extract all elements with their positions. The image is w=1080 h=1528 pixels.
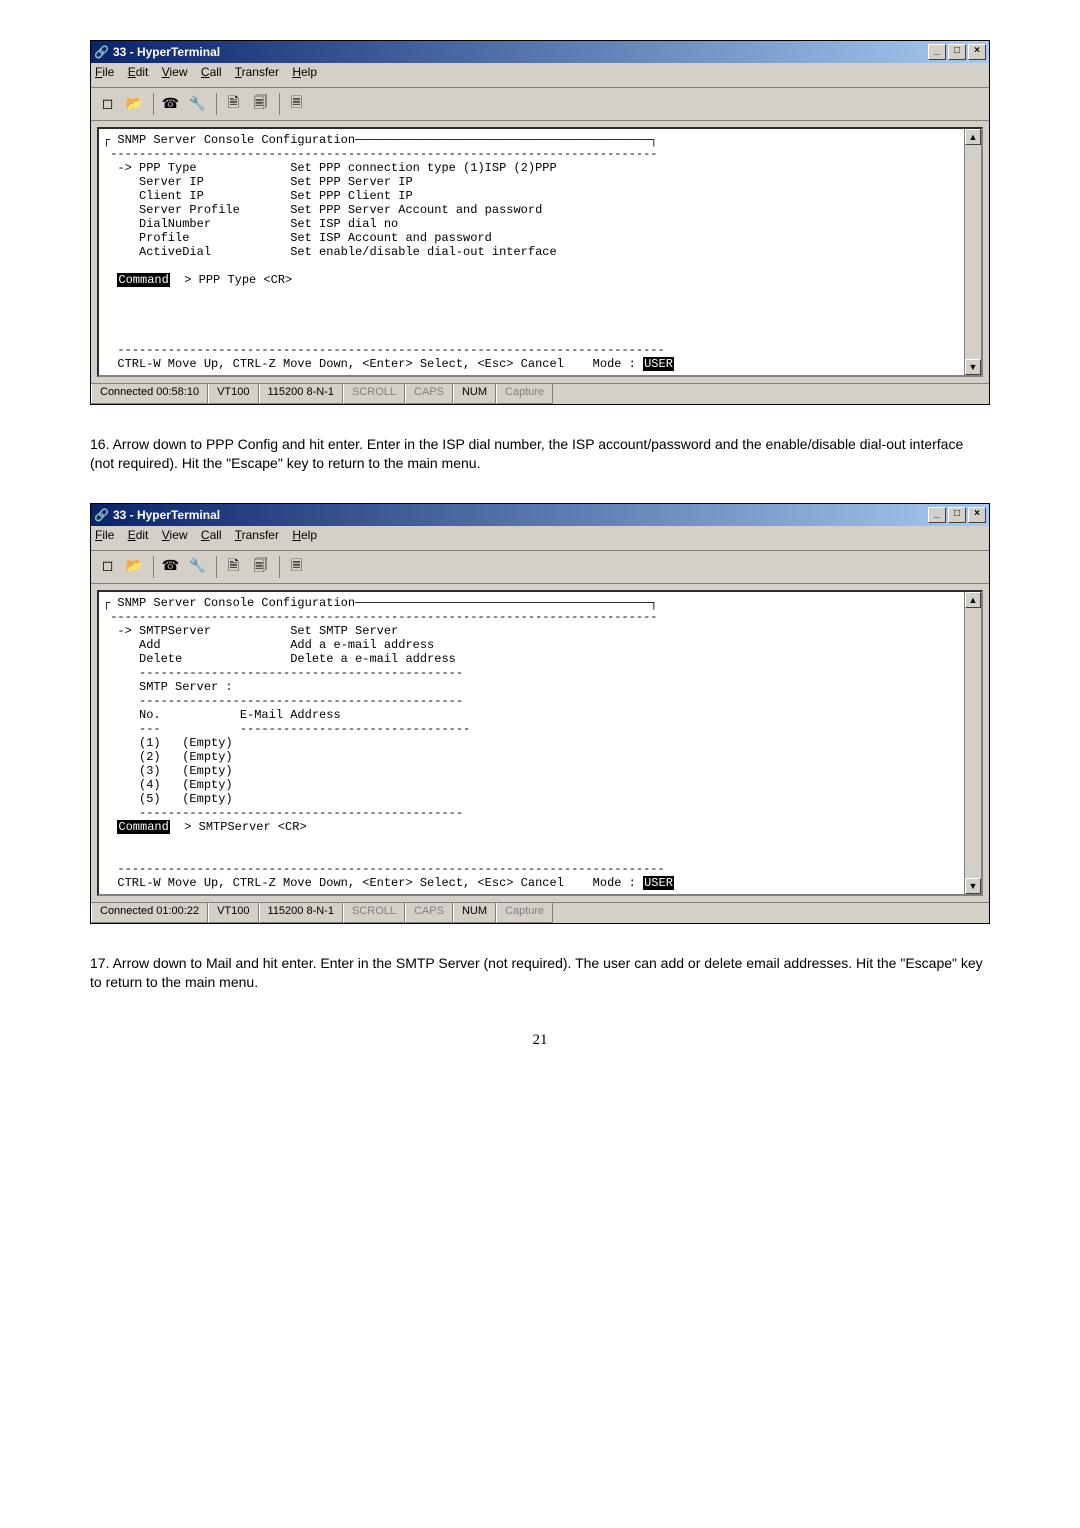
- menu-help[interactable]: Help: [292, 528, 317, 542]
- status-num: NUM: [453, 384, 496, 404]
- scrollbar[interactable]: ▲ ▼: [964, 592, 981, 894]
- page-number: 21: [90, 1032, 990, 1049]
- window-title: 33 - HyperTerminal: [113, 508, 926, 522]
- new-icon[interactable]: ◻: [95, 92, 120, 116]
- mode-indicator: USER: [643, 876, 674, 890]
- status-baud: 115200 8-N-1: [259, 903, 343, 923]
- menu-view[interactable]: View: [162, 65, 188, 79]
- minimize-button[interactable]: _: [928, 507, 946, 523]
- terminal-content: ┌ SNMP Server Console Configuration─────…: [103, 133, 977, 371]
- menu-edit[interactable]: Edit: [128, 528, 149, 542]
- open-icon[interactable]: 📂: [122, 555, 147, 579]
- call-icon[interactable]: ☎: [158, 555, 183, 579]
- separator: [153, 556, 154, 578]
- scrollbar[interactable]: ▲ ▼: [964, 129, 981, 375]
- menu-view[interactable]: View: [162, 528, 188, 542]
- status-scroll: SCROLL: [343, 903, 405, 923]
- terminal-area[interactable]: ┌ SNMP Server Console Configuration─────…: [97, 590, 983, 896]
- status-emulation: VT100: [208, 384, 258, 404]
- maximize-button[interactable]: □: [948, 44, 966, 60]
- menu-call[interactable]: Call: [201, 65, 222, 79]
- send-icon[interactable]: 🗎: [221, 555, 246, 579]
- hyperterminal-window-2: 🔗 33 - HyperTerminal _ □ × File Edit Vie…: [90, 503, 990, 924]
- menubar: File Edit View Call Transfer Help: [91, 526, 989, 551]
- menu-edit[interactable]: Edit: [128, 65, 149, 79]
- menu-call[interactable]: Call: [201, 528, 222, 542]
- separator: [216, 93, 217, 115]
- menubar: File Edit View Call Transfer Help: [91, 63, 989, 88]
- maximize-button[interactable]: □: [948, 507, 966, 523]
- scroll-down-icon[interactable]: ▼: [965, 878, 981, 894]
- close-button[interactable]: ×: [968, 44, 986, 60]
- status-caps: CAPS: [405, 384, 453, 404]
- status-baud: 115200 8-N-1: [259, 384, 343, 404]
- status-capture: Capture: [496, 903, 553, 923]
- status-connected: Connected 00:58:10: [91, 384, 208, 404]
- status-scroll: SCROLL: [343, 384, 405, 404]
- menu-help[interactable]: Help: [292, 65, 317, 79]
- hyperterminal-window-1: 🔗 33 - HyperTerminal _ □ × File Edit Vie…: [90, 40, 990, 405]
- command-label: Command: [117, 273, 169, 287]
- open-icon[interactable]: 📂: [122, 92, 147, 116]
- instruction-17: 17. Arrow down to Mail and hit enter. En…: [90, 954, 990, 992]
- titlebar: 🔗 33 - HyperTerminal _ □ ×: [91, 41, 989, 63]
- scroll-up-icon[interactable]: ▲: [965, 129, 981, 145]
- toolbar: ◻ 📂 ☎ 🔧 🗎 🗐 🗏: [91, 551, 989, 584]
- disconnect-icon[interactable]: 🔧: [185, 92, 210, 116]
- send-icon[interactable]: 🗎: [221, 92, 246, 116]
- instruction-16: 16. Arrow down to PPP Config and hit ent…: [90, 435, 990, 473]
- status-num: NUM: [453, 903, 496, 923]
- separator: [279, 556, 280, 578]
- receive-icon[interactable]: 🗐: [248, 555, 273, 579]
- mode-indicator: USER: [643, 357, 674, 371]
- receive-icon[interactable]: 🗐: [248, 92, 273, 116]
- status-emulation: VT100: [208, 903, 258, 923]
- separator: [216, 556, 217, 578]
- status-capture: Capture: [496, 384, 553, 404]
- properties-icon[interactable]: 🗏: [284, 92, 309, 116]
- minimize-button[interactable]: _: [928, 44, 946, 60]
- separator: [153, 93, 154, 115]
- status-caps: CAPS: [405, 903, 453, 923]
- statusbar: Connected 00:58:10 VT100 115200 8-N-1 SC…: [91, 383, 989, 404]
- status-connected: Connected 01:00:22: [91, 903, 208, 923]
- separator: [279, 93, 280, 115]
- app-icon: 🔗: [94, 45, 109, 59]
- disconnect-icon[interactable]: 🔧: [185, 555, 210, 579]
- window-title: 33 - HyperTerminal: [113, 45, 926, 59]
- new-icon[interactable]: ◻: [95, 555, 120, 579]
- statusbar: Connected 01:00:22 VT100 115200 8-N-1 SC…: [91, 902, 989, 923]
- step-text: Arrow down to PPP Config and hit enter. …: [90, 436, 963, 471]
- terminal-content: ┌ SNMP Server Console Configuration─────…: [103, 596, 977, 890]
- command-label: Command: [117, 820, 169, 834]
- close-button[interactable]: ×: [968, 507, 986, 523]
- menu-transfer[interactable]: Transfer: [235, 65, 279, 79]
- call-icon[interactable]: ☎: [158, 92, 183, 116]
- step-text: Arrow down to Mail and hit enter. Enter …: [90, 955, 983, 990]
- app-icon: 🔗: [94, 508, 109, 522]
- terminal-area[interactable]: ┌ SNMP Server Console Configuration─────…: [97, 127, 983, 377]
- step-number: 16.: [90, 436, 109, 452]
- menu-file[interactable]: File: [95, 65, 114, 79]
- toolbar: ◻ 📂 ☎ 🔧 🗎 🗐 🗏: [91, 88, 989, 121]
- properties-icon[interactable]: 🗏: [284, 555, 309, 579]
- menu-transfer[interactable]: Transfer: [235, 528, 279, 542]
- scroll-down-icon[interactable]: ▼: [965, 359, 981, 375]
- menu-file[interactable]: File: [95, 528, 114, 542]
- step-number: 17.: [90, 955, 109, 971]
- titlebar: 🔗 33 - HyperTerminal _ □ ×: [91, 504, 989, 526]
- scroll-up-icon[interactable]: ▲: [965, 592, 981, 608]
